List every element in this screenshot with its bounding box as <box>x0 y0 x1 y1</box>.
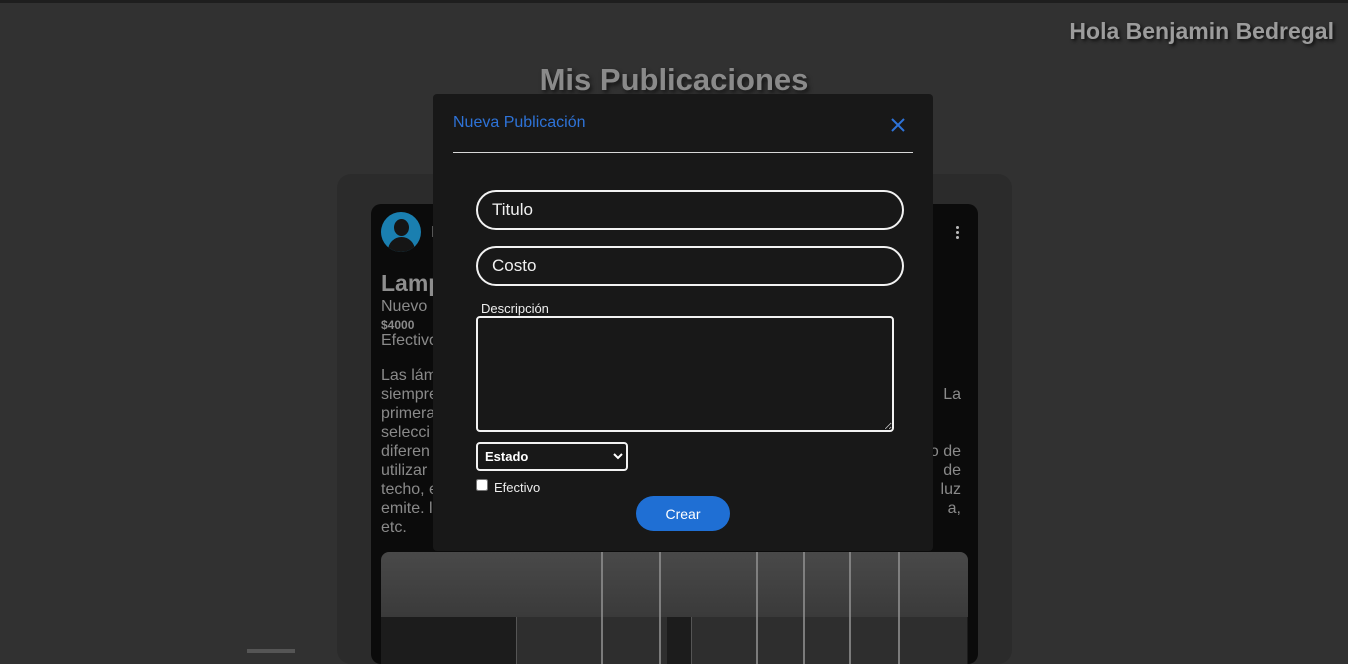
modal-divider <box>453 152 913 153</box>
new-post-modal: Nueva Publicación Descripción Estado Efe… <box>433 94 933 551</box>
top-border <box>0 0 1348 3</box>
title-input[interactable] <box>476 190 904 230</box>
page-title: Mis Publicaciones <box>539 62 809 97</box>
modal-title: Nueva Publicación <box>453 114 586 131</box>
create-button[interactable]: Crear <box>636 496 730 531</box>
efectivo-label: Efectivo <box>494 480 541 495</box>
efectivo-checkbox[interactable] <box>476 479 488 491</box>
post-price: $4000 <box>381 318 415 332</box>
post-payment: Efectivo <box>381 332 438 349</box>
user-avatar-icon[interactable] <box>381 212 421 252</box>
estado-select[interactable]: Estado <box>476 442 628 471</box>
description-textarea[interactable] <box>476 316 894 432</box>
close-icon[interactable] <box>886 113 910 137</box>
description-label: Descripción <box>481 301 549 316</box>
post-image <box>381 552 968 664</box>
cost-input[interactable] <box>476 246 904 286</box>
horizontal-scrollbar[interactable] <box>247 649 295 653</box>
user-greeting: Hola Benjamin Bedregal <box>1069 18 1334 44</box>
kebab-menu-icon[interactable] <box>956 226 960 241</box>
post-condition: Nuevo <box>381 298 428 315</box>
